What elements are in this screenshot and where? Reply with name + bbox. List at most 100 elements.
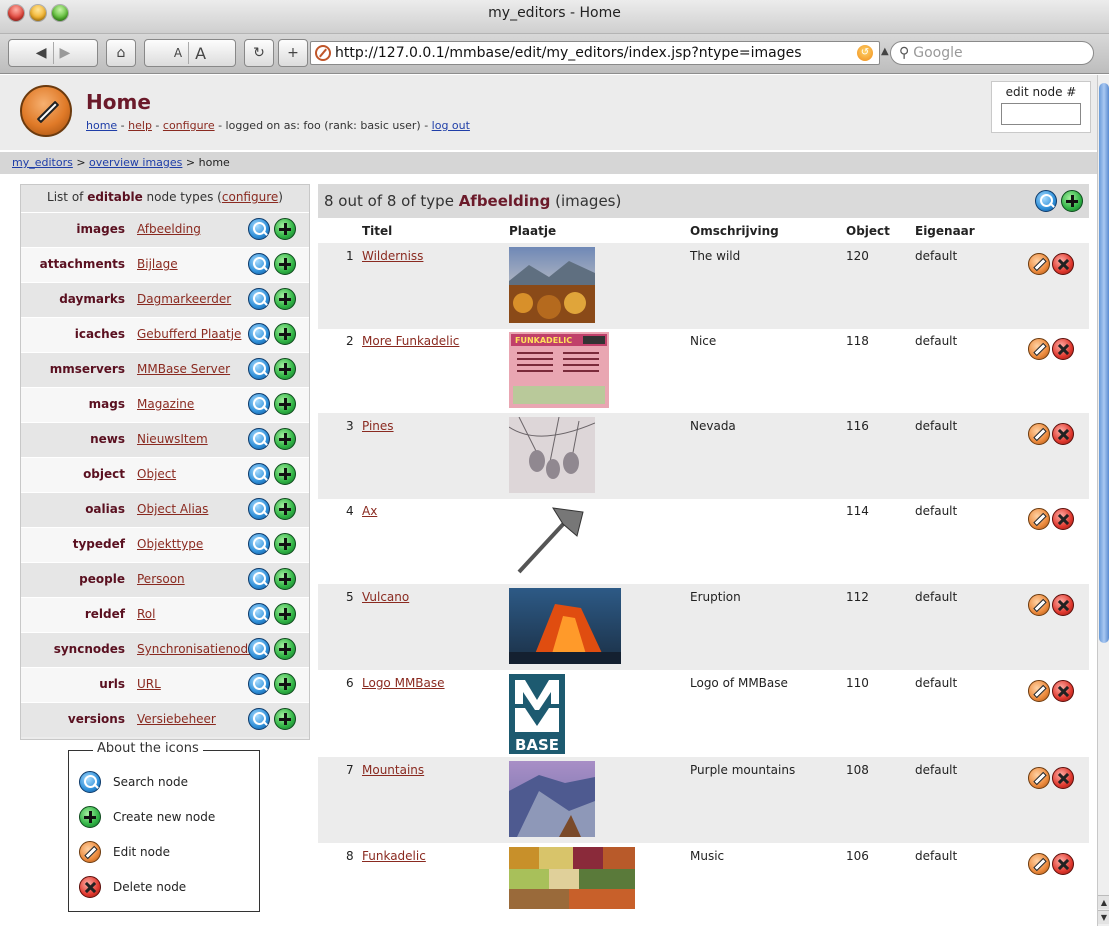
- logout-link[interactable]: log out: [432, 119, 470, 132]
- node-type-link[interactable]: Synchronisatienode: [137, 642, 255, 656]
- edit-node-icon[interactable]: [1028, 253, 1050, 275]
- back-forward-buttons[interactable]: ◀ ▶: [8, 39, 98, 67]
- search-node-icon[interactable]: [248, 428, 270, 450]
- text-bigger-button[interactable]: A: [195, 44, 206, 63]
- image-thumbnail[interactable]: [509, 247, 595, 323]
- search-node-icon[interactable]: [248, 253, 270, 275]
- configure-link[interactable]: configure: [163, 119, 215, 132]
- delete-node-icon[interactable]: [1052, 338, 1074, 360]
- search-node-icon[interactable]: [248, 498, 270, 520]
- text-size-buttons[interactable]: A A: [144, 39, 236, 67]
- help-link[interactable]: help: [128, 119, 152, 132]
- search-field[interactable]: ⚲ Google: [890, 41, 1094, 65]
- image-title-link[interactable]: Logo MMBase: [362, 676, 445, 690]
- image-thumbnail[interactable]: [509, 588, 621, 664]
- search-node-icon[interactable]: [248, 323, 270, 345]
- create-node-icon[interactable]: [274, 288, 296, 310]
- search-node-icon[interactable]: [248, 218, 270, 240]
- image-title-link[interactable]: Vulcano: [362, 590, 409, 604]
- delete-node-icon[interactable]: [1052, 594, 1074, 616]
- edit-node-input[interactable]: [1001, 103, 1081, 125]
- create-node-icon[interactable]: [274, 323, 296, 345]
- breadcrumb-root-link[interactable]: my_editors: [12, 156, 73, 169]
- add-bookmark-button[interactable]: +: [278, 39, 308, 67]
- create-node-icon[interactable]: [274, 533, 296, 555]
- delete-node-icon[interactable]: [1052, 423, 1074, 445]
- search-node-icon[interactable]: [248, 673, 270, 695]
- node-type-link[interactable]: Rol: [137, 607, 155, 621]
- create-node-icon[interactable]: [274, 218, 296, 240]
- create-node-icon[interactable]: [274, 463, 296, 485]
- search-node-icon[interactable]: [248, 393, 270, 415]
- back-arrow-icon[interactable]: ◀: [36, 45, 47, 61]
- edit-node-icon[interactable]: [1028, 508, 1050, 530]
- address-text[interactable]: http://127.0.0.1/mmbase/edit/my_editors/…: [335, 45, 857, 61]
- delete-node-icon[interactable]: [1052, 253, 1074, 275]
- delete-node-icon[interactable]: [1052, 508, 1074, 530]
- image-title-link[interactable]: Ax: [362, 504, 377, 518]
- edit-node-icon[interactable]: [1028, 767, 1050, 789]
- create-node-icon[interactable]: [274, 358, 296, 380]
- node-type-link[interactable]: URL: [137, 677, 161, 691]
- breadcrumb-overview-link[interactable]: overview images: [89, 156, 182, 169]
- page-scrollbar[interactable]: ▲ ▼: [1097, 75, 1109, 926]
- node-type-link[interactable]: Object: [137, 467, 176, 481]
- home-link[interactable]: home: [86, 119, 117, 132]
- node-type-link[interactable]: NieuwsItem: [137, 432, 208, 446]
- node-type-link[interactable]: MMBase Server: [137, 362, 230, 376]
- edit-node-icon[interactable]: [1028, 680, 1050, 702]
- create-node-icon[interactable]: [274, 568, 296, 590]
- node-type-link[interactable]: Gebufferd Plaatje: [137, 327, 241, 341]
- image-title-link[interactable]: Funkadelic: [362, 849, 426, 863]
- node-type-link[interactable]: Bijlage: [137, 257, 178, 271]
- search-node-icon[interactable]: [248, 288, 270, 310]
- node-type-link[interactable]: Persoon: [137, 572, 185, 586]
- image-title-link[interactable]: Pines: [362, 419, 394, 433]
- node-type-link[interactable]: Afbeelding: [137, 222, 201, 236]
- snapback-icon[interactable]: ↺: [857, 45, 873, 61]
- scrollbar-thumb[interactable]: [1099, 83, 1109, 643]
- image-title-link[interactable]: Wilderniss: [362, 249, 423, 263]
- create-node-icon[interactable]: [274, 708, 296, 730]
- search-node-icon[interactable]: [248, 638, 270, 660]
- address-bar[interactable]: http://127.0.0.1/mmbase/edit/my_editors/…: [310, 41, 880, 65]
- configure-types-link[interactable]: configure: [222, 190, 278, 204]
- address-dropdown-icon[interactable]: ▲: [881, 46, 889, 57]
- reload-button[interactable]: ↻: [244, 39, 274, 67]
- node-type-link[interactable]: Objekttype: [137, 537, 203, 551]
- create-image-icon[interactable]: [1061, 190, 1083, 212]
- create-node-icon[interactable]: [274, 393, 296, 415]
- node-type-link[interactable]: Magazine: [137, 397, 194, 411]
- search-node-icon[interactable]: [248, 533, 270, 555]
- image-thumbnail[interactable]: [508, 416, 596, 493]
- edit-node-icon[interactable]: [1028, 338, 1050, 360]
- node-type-link[interactable]: Object Alias: [137, 502, 208, 516]
- node-type-link[interactable]: Dagmarkeerder: [137, 292, 231, 306]
- home-button[interactable]: ⌂: [106, 39, 136, 67]
- create-node-icon[interactable]: [274, 253, 296, 275]
- scroll-down-arrow-icon[interactable]: ▼: [1098, 910, 1109, 924]
- search-node-icon[interactable]: [248, 708, 270, 730]
- search-images-icon[interactable]: [1035, 190, 1057, 212]
- image-title-link[interactable]: Mountains: [362, 763, 424, 777]
- edit-node-icon[interactable]: [1028, 594, 1050, 616]
- search-node-icon[interactable]: [248, 463, 270, 485]
- edit-node-icon[interactable]: [1028, 423, 1050, 445]
- forward-arrow-icon[interactable]: ▶: [60, 45, 71, 61]
- create-node-icon[interactable]: [274, 673, 296, 695]
- delete-node-icon[interactable]: [1052, 767, 1074, 789]
- node-type-link[interactable]: Versiebeheer: [137, 712, 216, 726]
- create-node-icon[interactable]: [274, 638, 296, 660]
- create-node-icon[interactable]: [274, 603, 296, 625]
- search-node-icon[interactable]: [248, 358, 270, 380]
- search-node-icon[interactable]: [248, 603, 270, 625]
- scroll-up-arrow-icon[interactable]: ▲: [1098, 895, 1109, 909]
- image-thumbnail[interactable]: BASE: [509, 674, 565, 754]
- image-thumbnail[interactable]: [509, 761, 595, 837]
- delete-node-icon[interactable]: [1052, 680, 1074, 702]
- create-node-icon[interactable]: [274, 428, 296, 450]
- delete-node-icon[interactable]: [1052, 853, 1074, 875]
- image-thumbnail[interactable]: [509, 847, 635, 923]
- image-title-link[interactable]: More Funkadelic: [362, 334, 459, 348]
- image-thumbnail[interactable]: [509, 502, 595, 578]
